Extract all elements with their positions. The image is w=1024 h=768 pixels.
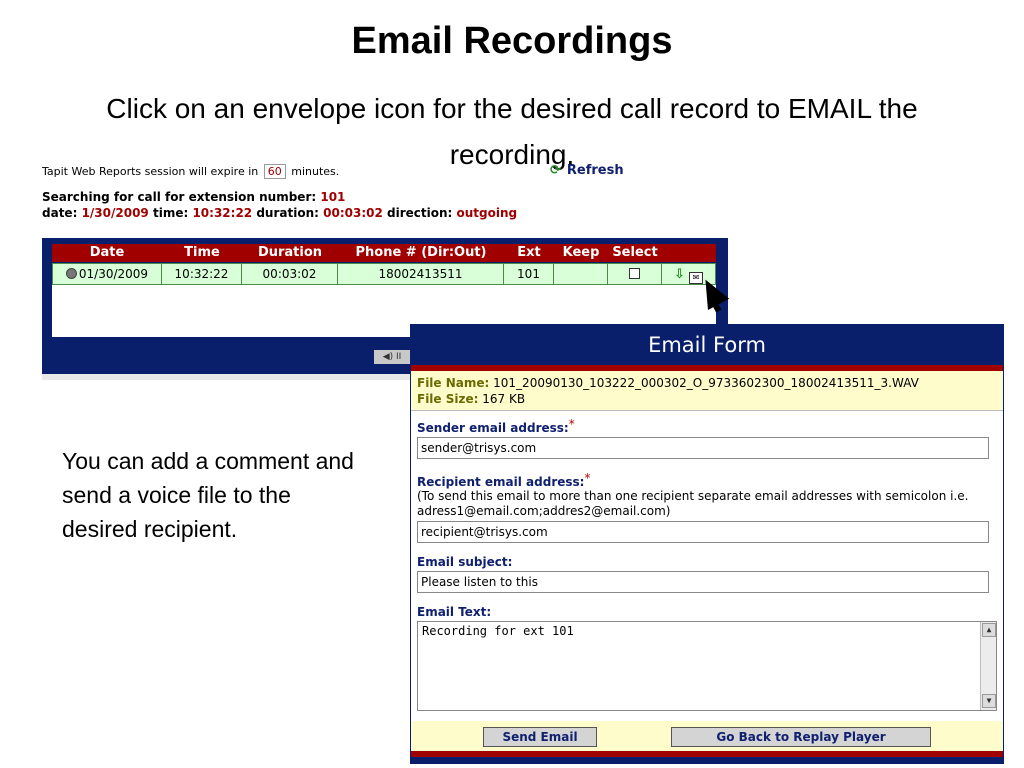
file-info: File Name: 101_20090130_103222_000302_O_… — [411, 371, 1003, 411]
header-keep[interactable]: Keep — [554, 244, 608, 262]
time-label: time: — [152, 206, 189, 220]
search-info: Searching for call for extension number:… — [42, 190, 345, 204]
header-actions — [662, 244, 716, 262]
direction-label: direction: — [387, 206, 453, 220]
table-header: Date Time Duration Phone # (Dir:Out) Ext… — [52, 244, 716, 262]
session-expiry-line: Tapit Web Reports session will expire in… — [42, 164, 339, 179]
header-ext[interactable]: Ext — [504, 244, 554, 262]
recipient-label: Recipient email address: — [417, 475, 585, 489]
player-controls[interactable]: ◀) II — [374, 350, 410, 364]
session-minutes-field[interactable]: 60 — [263, 164, 286, 179]
textarea-scrollbar[interactable]: ▲ ▼ — [980, 622, 996, 710]
duration-label: duration: — [256, 206, 319, 220]
header-duration[interactable]: Duration — [242, 244, 338, 262]
cell-keep — [554, 263, 608, 285]
sender-section: Sender email address:* sender@trisys.com — [417, 417, 997, 459]
file-size-label: File Size: — [417, 392, 479, 406]
header-select[interactable]: Select — [608, 244, 662, 262]
scroll-down-icon[interactable]: ▼ — [982, 694, 996, 708]
subject-label: Email subject: — [417, 555, 513, 569]
cell-time: 10:32:22 — [162, 263, 242, 285]
footer-bar — [411, 757, 1003, 763]
cell-date-text: 01/30/2009 — [78, 267, 149, 281]
file-name-label: File Name: — [417, 376, 490, 390]
email-form-title: Email Form — [648, 333, 766, 357]
select-checkbox[interactable] — [629, 268, 640, 279]
search-ext: 101 — [320, 190, 346, 204]
session-suffix: minutes. — [291, 165, 340, 178]
email-form-header: Email Form — [411, 325, 1003, 365]
scroll-up-icon[interactable]: ▲ — [982, 623, 996, 637]
cell-phone: 18002413511 — [338, 263, 504, 285]
cell-date: 01/30/2009 — [52, 263, 162, 285]
text-label: Email Text: — [417, 605, 492, 619]
file-name-value: 101_20090130_103222_000302_O_9733602300_… — [493, 376, 919, 390]
comment-text: You can add a comment and send a voice f… — [62, 448, 354, 542]
file-size-row: File Size: 167 KB — [417, 391, 997, 407]
header-date[interactable]: Date — [52, 244, 162, 262]
time-value: 10:32:22 — [192, 206, 253, 220]
duration-value: 00:03:02 — [323, 206, 383, 220]
download-icon[interactable]: ⇩ — [674, 265, 685, 285]
go-back-button[interactable]: Go Back to Replay Player — [671, 727, 931, 747]
refresh-label: Refresh — [566, 163, 624, 178]
required-mark: * — [584, 471, 591, 485]
email-form: Email Form File Name: 101_20090130_10322… — [410, 324, 1004, 764]
call-details: date: 1/30/2009 time: 10:32:22 duration:… — [42, 206, 517, 220]
session-prefix: Tapit Web Reports session will expire in — [42, 165, 259, 178]
date-value: 1/30/2009 — [81, 206, 149, 220]
send-email-button[interactable]: Send Email — [483, 727, 597, 747]
file-name-row: File Name: 101_20090130_103222_000302_O_… — [417, 375, 997, 391]
refresh-icon: ⟳ — [550, 163, 561, 178]
email-text-value: Recording for ext 101 — [422, 624, 574, 638]
form-footer: Send Email Go Back to Replay Player — [411, 721, 1003, 751]
sender-email-field[interactable]: sender@trisys.com — [417, 437, 989, 459]
play-icon[interactable] — [65, 268, 77, 279]
cell-select — [608, 263, 662, 285]
email-text-area[interactable]: Recording for ext 101 ▲ ▼ — [417, 621, 997, 711]
date-label: date: — [42, 206, 78, 220]
recipient-section: Recipient email address:* (To send this … — [417, 471, 997, 543]
refresh-button[interactable]: ⟳ Refresh — [550, 163, 624, 178]
recipient-email-field[interactable]: recipient@trisys.com — [417, 521, 989, 543]
text-section: Email Text: Recording for ext 101 ▲ ▼ — [417, 605, 997, 711]
subject-section: Email subject: Please listen to this — [417, 555, 997, 593]
header-time[interactable]: Time — [162, 244, 242, 262]
cell-duration: 00:03:02 — [242, 263, 338, 285]
direction-value: outgoing — [456, 206, 518, 220]
sender-label: Sender email address: — [417, 421, 569, 435]
slide-title: Email Recordings — [351, 20, 673, 62]
required-mark: * — [568, 417, 575, 431]
subject-field[interactable]: Please listen to this — [417, 571, 989, 593]
file-size-value: 167 KB — [482, 392, 526, 406]
table-row[interactable]: 01/30/2009 10:32:22 00:03:02 18002413511… — [52, 263, 716, 285]
cell-ext: 101 — [504, 263, 554, 285]
recipient-note: (To send this email to more than one rec… — [417, 489, 969, 518]
header-phone[interactable]: Phone # (Dir:Out) — [338, 244, 504, 262]
search-label: Searching for call for extension number: — [42, 190, 317, 204]
